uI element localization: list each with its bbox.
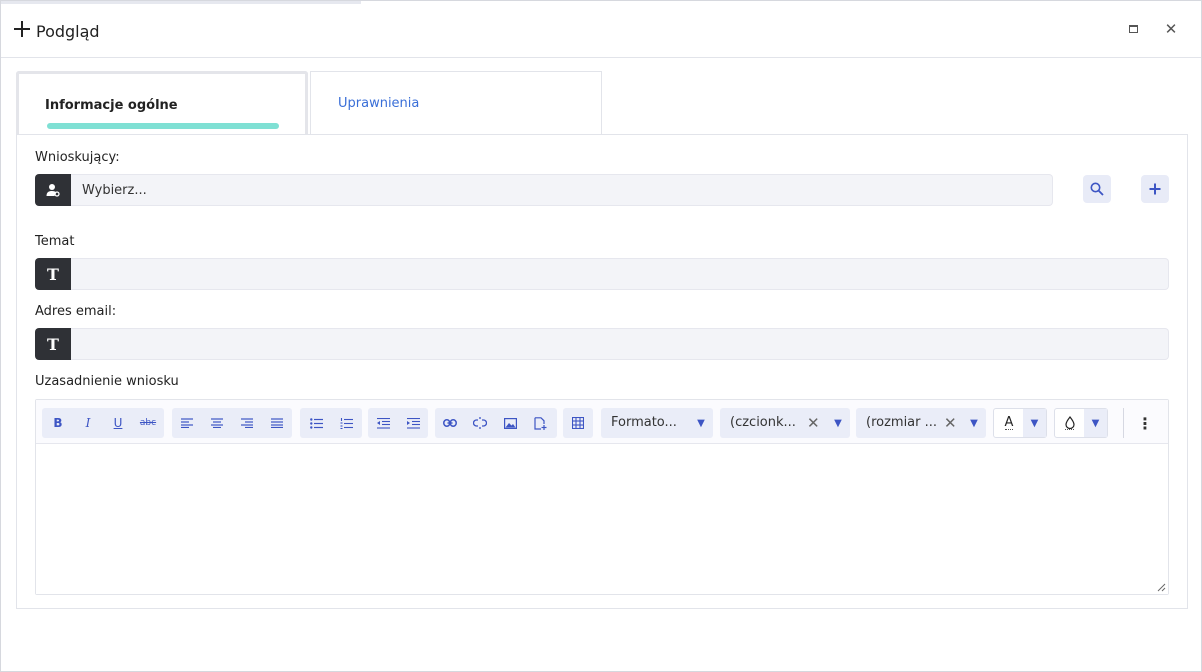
align-left-button[interactable] xyxy=(172,408,202,438)
dialog-header: Podgląd ✕ xyxy=(1,4,1201,58)
editor-content-area[interactable] xyxy=(36,444,1168,594)
table-button[interactable] xyxy=(563,408,593,438)
close-icon: ✕ xyxy=(1164,20,1178,38)
temat-input[interactable] xyxy=(71,258,1169,290)
text-icon: T xyxy=(35,258,71,290)
font-color-icon[interactable]: A xyxy=(994,409,1024,437)
indent-icon xyxy=(406,417,420,429)
unlink-icon xyxy=(473,417,487,429)
add-icon xyxy=(1149,183,1161,195)
underline-button[interactable]: U xyxy=(103,408,133,438)
wnioskujacy-field: Wybierz... xyxy=(35,174,1053,206)
unlink-button[interactable] xyxy=(465,408,495,438)
rich-text-editor: B I U abc Formato... ▼ (czcionk... ✕ ▼ (… xyxy=(35,399,1169,595)
link-icon xyxy=(443,419,457,427)
clear-icon[interactable]: ✕ xyxy=(807,414,820,432)
tab-uprawnienia[interactable]: Uprawnienia xyxy=(310,71,602,135)
indent-group xyxy=(368,408,428,438)
chevron-down-icon[interactable]: ▼ xyxy=(1084,409,1107,437)
italic-button[interactable]: I xyxy=(73,408,103,438)
email-label: Adres email: xyxy=(35,304,117,319)
search-button[interactable] xyxy=(1083,175,1111,203)
editor-toolbar: B I U abc Formato... ▼ (czcionk... ✕ ▼ (… xyxy=(36,400,1168,444)
numbered-list-icon xyxy=(340,417,353,429)
format-dropdown[interactable]: Formato... ▼ xyxy=(601,408,713,438)
format-dropdown-value: Formato... xyxy=(611,415,677,430)
chevron-down-icon[interactable]: ▼ xyxy=(826,408,850,438)
font-dropdown[interactable]: (czcionk... ✕ ▼ xyxy=(720,408,850,438)
background-color-button[interactable]: ▼ xyxy=(1054,408,1108,438)
temat-label: Temat xyxy=(35,234,75,249)
maximize-icon xyxy=(1128,25,1138,33)
file-add-icon xyxy=(533,416,546,430)
align-left-icon xyxy=(181,418,193,428)
plus-icon xyxy=(14,21,30,37)
active-tab-indicator xyxy=(47,123,279,129)
outdent-button[interactable] xyxy=(368,408,398,438)
chevron-down-icon[interactable]: ▼ xyxy=(1023,409,1046,437)
align-right-icon xyxy=(241,418,253,428)
size-dropdown[interactable]: (rozmiar ... ✕ ▼ xyxy=(856,408,986,438)
numbered-list-button[interactable] xyxy=(331,408,361,438)
list-group xyxy=(300,408,362,438)
image-icon xyxy=(503,417,517,429)
close-button[interactable]: ✕ xyxy=(1160,18,1182,40)
text-style-group: B I U abc xyxy=(42,408,164,438)
table-icon xyxy=(572,417,584,429)
clear-icon[interactable]: ✕ xyxy=(944,414,957,432)
table-group xyxy=(563,408,593,438)
form-panel: Wnioskujący: Wybierz... Temat T Adres em… xyxy=(16,134,1188,609)
tab-informacje-ogolne[interactable]: Informacje ogólne xyxy=(16,71,308,135)
chevron-down-icon[interactable]: ▼ xyxy=(689,408,713,438)
align-justify-icon xyxy=(271,418,283,428)
align-center-button[interactable] xyxy=(202,408,232,438)
bullet-list-button[interactable] xyxy=(301,408,331,438)
email-field: T xyxy=(35,328,1169,360)
more-options-icon[interactable]: ⋮ xyxy=(1130,408,1160,438)
insert-group xyxy=(435,408,557,438)
text-icon: T xyxy=(35,328,71,360)
chevron-down-icon[interactable]: ▼ xyxy=(962,408,986,438)
strikethrough-button[interactable]: abc xyxy=(133,408,163,438)
wnioskujacy-select[interactable]: Wybierz... xyxy=(71,174,1053,206)
insert-file-button[interactable] xyxy=(525,408,555,438)
image-button[interactable] xyxy=(495,408,525,438)
size-dropdown-value: (rozmiar ... xyxy=(866,415,938,430)
align-right-button[interactable] xyxy=(232,408,262,438)
search-icon xyxy=(1090,182,1104,196)
temat-field: T xyxy=(35,258,1169,290)
outdent-icon xyxy=(376,417,390,429)
link-button[interactable] xyxy=(435,408,465,438)
font-color-button[interactable]: A ▼ xyxy=(993,408,1047,438)
bold-button[interactable]: B xyxy=(43,408,73,438)
email-input[interactable] xyxy=(71,328,1169,360)
wnioskujacy-label: Wnioskujący: xyxy=(35,150,120,165)
maximize-button[interactable] xyxy=(1122,18,1144,40)
bullet-list-icon xyxy=(309,417,323,429)
toolbar-separator xyxy=(1123,408,1124,438)
preview-dialog: Podgląd ✕ Informacje ogólne Uprawnienia … xyxy=(0,0,1202,672)
dialog-title: Podgląd xyxy=(36,22,100,41)
add-button[interactable] xyxy=(1141,175,1169,203)
alignment-group xyxy=(172,408,292,438)
user-icon xyxy=(35,174,71,206)
tab-label: Uprawnienia xyxy=(338,96,420,111)
droplet-icon[interactable] xyxy=(1055,409,1085,437)
tab-label: Informacje ogólne xyxy=(45,98,178,113)
resize-handle-icon[interactable] xyxy=(1156,582,1166,592)
align-center-icon xyxy=(211,418,223,428)
uzasadnienie-label: Uzasadnienie wniosku xyxy=(35,374,179,389)
align-justify-button[interactable] xyxy=(262,408,292,438)
font-dropdown-value: (czcionk... xyxy=(730,415,796,430)
indent-button[interactable] xyxy=(398,408,428,438)
